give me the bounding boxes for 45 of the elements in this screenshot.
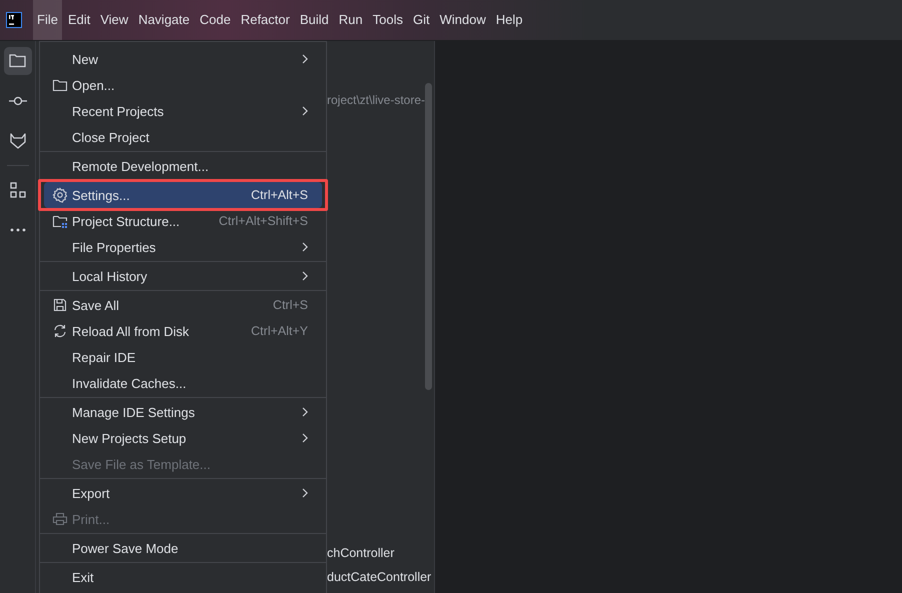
menu-item[interactable]: View	[96, 0, 132, 40]
scrollbar[interactable]	[425, 83, 432, 390]
settings-icon	[52, 187, 68, 203]
folder-grid-icon	[52, 213, 68, 229]
menu-entry[interactable]: Local History	[44, 263, 322, 289]
menu-entry[interactable]: Repair IDE	[44, 344, 322, 370]
menu-item[interactable]: Run	[334, 0, 367, 40]
menu-entry[interactable]: Export	[44, 480, 322, 506]
menu-item[interactable]: File	[33, 0, 62, 40]
menu-item[interactable]: Build	[296, 0, 333, 40]
menu-item[interactable]: Tools	[368, 0, 407, 40]
menu-entry[interactable]: Manage IDE Settings	[44, 399, 322, 425]
menu-entry[interactable]: Power Save Mode	[44, 535, 322, 561]
menu-entry[interactable]: Open...	[44, 72, 322, 98]
menu-item[interactable]: Code	[196, 0, 235, 40]
menu-entry[interactable]: Invalidate Caches...	[44, 370, 322, 396]
menu-entry[interactable]: Exit	[44, 564, 322, 590]
shortcut-text: Ctrl+Alt+S	[251, 188, 308, 202]
shortcut-text: Ctrl+Alt+Y	[251, 324, 308, 338]
menu-item[interactable]: Window	[436, 0, 490, 40]
folder-icon	[52, 77, 68, 93]
tree-item[interactable]: chController	[327, 546, 394, 560]
menu-entry[interactable]: Save All Ctrl+S	[44, 292, 322, 318]
menu-entry[interactable]: Reload All from Disk Ctrl+Alt+Y	[44, 318, 322, 344]
menu-item[interactable]: Edit	[64, 0, 94, 40]
tree-item[interactable]: ductCateController	[327, 570, 432, 584]
app-logo-icon[interactable]	[6, 12, 22, 28]
shortcut-text: Ctrl+S	[272, 298, 308, 312]
save-icon	[52, 297, 68, 313]
menu-entry[interactable]: New	[44, 46, 322, 72]
menu-entry[interactable]: Recent Projects	[44, 98, 322, 124]
menu-item[interactable]: Help	[492, 0, 527, 40]
menu-item[interactable]: Navigate	[134, 0, 194, 40]
menu-entry[interactable]: File Properties	[44, 234, 322, 260]
menu-item[interactable]: Git	[408, 0, 434, 40]
printer-icon	[52, 511, 68, 527]
menu-entry[interactable]: New Projects Setup	[44, 425, 322, 451]
project-icon[interactable]	[4, 47, 32, 75]
project-path: roject\zt\live-store-	[327, 93, 426, 107]
menu-entry[interactable]: Close Project	[44, 124, 322, 150]
shortcut-text: Ctrl+Alt+Shift+S	[218, 214, 308, 228]
menu-entry[interactable]: Remote Development...	[44, 153, 322, 179]
menu-entry[interactable]: Project Structure... Ctrl+Alt+Shift+S	[44, 208, 322, 234]
menu-item[interactable]: Refactor	[236, 0, 294, 40]
reload-icon	[52, 323, 68, 339]
